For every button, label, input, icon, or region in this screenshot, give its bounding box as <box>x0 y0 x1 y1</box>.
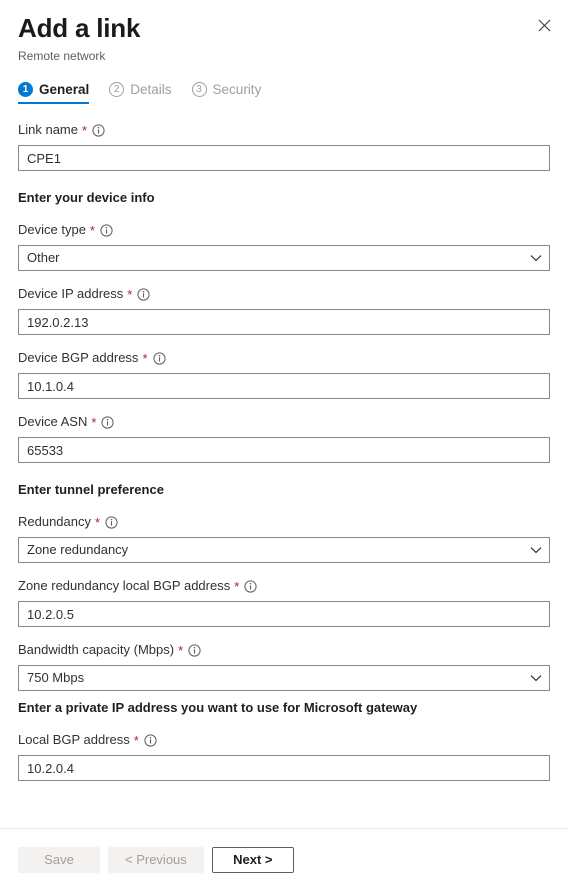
tab-security-label: Security <box>212 82 262 97</box>
info-icon[interactable] <box>92 123 105 137</box>
device-bgp-label-text: Device BGP address <box>18 350 139 365</box>
close-button[interactable] <box>528 10 560 40</box>
bandwidth-select[interactable]: 750 Mbps <box>18 665 550 691</box>
device-ip-input[interactable] <box>18 309 550 335</box>
field-local-bgp: Local BGP address * <box>18 731 550 781</box>
section-tunnel-preference: Enter tunnel preference <box>18 482 164 497</box>
required-indicator: * <box>91 414 97 430</box>
info-icon[interactable] <box>244 579 257 593</box>
required-indicator: * <box>178 642 184 658</box>
required-indicator: * <box>133 732 139 748</box>
local-bgp-label-text: Local BGP address <box>18 732 130 747</box>
device-type-select[interactable]: Other <box>18 245 550 271</box>
field-device-type: Device type * Other <box>18 221 550 271</box>
footer-actions: Save < Previous Next > <box>0 828 568 890</box>
info-icon[interactable] <box>152 351 166 365</box>
device-type-label: Device type * <box>18 221 550 239</box>
zone-local-bgp-label-text: Zone redundancy local BGP address <box>18 578 231 593</box>
panel-subtitle: Remote network <box>18 49 106 63</box>
field-link-name: Link name * <box>18 121 550 171</box>
device-asn-label: Device ASN * <box>18 413 550 431</box>
info-icon[interactable] <box>137 287 150 301</box>
zone-local-bgp-input[interactable] <box>18 601 550 627</box>
tab-details-label: Details <box>130 82 172 97</box>
local-bgp-input[interactable] <box>18 755 550 781</box>
device-ip-label-text: Device IP address <box>18 286 124 301</box>
required-indicator: * <box>234 578 240 594</box>
form-body: Link name * Enter your device info Devic… <box>0 121 568 781</box>
section-gateway-ip: Enter a private IP address you want to u… <box>18 700 418 715</box>
zone-local-bgp-label: Zone redundancy local BGP address * <box>18 577 550 595</box>
tab-security[interactable]: 3 Security <box>191 82 262 104</box>
redundancy-select[interactable]: Zone redundancy <box>18 537 550 563</box>
save-button[interactable]: Save <box>18 846 100 873</box>
link-name-label: Link name * <box>18 121 550 139</box>
field-zone-local-bgp: Zone redundancy local BGP address * <box>18 577 550 627</box>
next-button[interactable]: Next > <box>211 846 294 873</box>
field-device-asn: Device ASN * <box>18 413 550 463</box>
required-indicator: * <box>95 514 101 530</box>
device-type-value: Other <box>18 245 550 271</box>
device-bgp-label: Device BGP address * <box>18 349 550 367</box>
info-icon[interactable] <box>144 733 157 747</box>
local-bgp-label: Local BGP address * <box>18 731 550 749</box>
required-indicator: * <box>81 122 88 138</box>
info-icon[interactable] <box>188 643 201 657</box>
required-indicator: * <box>89 222 95 238</box>
field-redundancy: Redundancy * Zone redundancy <box>18 513 550 563</box>
info-icon[interactable] <box>100 223 113 237</box>
tab-general[interactable]: 1 General <box>18 82 90 104</box>
page-title: Add a link <box>18 13 141 43</box>
device-type-label-text: Device type <box>18 222 86 237</box>
redundancy-value: Zone redundancy <box>18 537 550 563</box>
device-bgp-input[interactable] <box>18 373 550 399</box>
tab-security-number: 3 <box>191 82 207 97</box>
device-asn-input[interactable] <box>18 437 550 463</box>
device-asn-label-text: Device ASN <box>18 414 88 429</box>
redundancy-label: Redundancy * <box>18 513 550 531</box>
previous-button[interactable]: < Previous <box>108 846 204 873</box>
field-device-bgp: Device BGP address * <box>18 349 550 399</box>
required-indicator: * <box>127 286 133 302</box>
bandwidth-label: Bandwidth capacity (Mbps) * <box>18 641 550 659</box>
close-icon <box>538 19 551 32</box>
required-indicator: * <box>142 350 148 366</box>
tab-general-label: General <box>39 82 90 97</box>
field-device-ip: Device IP address * <box>18 285 550 335</box>
section-device-info: Enter your device info <box>18 190 155 205</box>
wizard-tabs: 1 General 2 Details 3 Security <box>0 64 568 104</box>
panel-header: Add a link Remote network <box>0 0 568 64</box>
tab-details[interactable]: 2 Details <box>109 82 172 104</box>
tab-details-number: 2 <box>109 82 125 97</box>
link-name-label-text: Link name <box>18 122 78 137</box>
link-name-input[interactable] <box>18 145 550 171</box>
device-ip-label: Device IP address * <box>18 285 550 303</box>
field-bandwidth: Bandwidth capacity (Mbps) * 750 Mbps <box>18 641 550 691</box>
tab-general-number: 1 <box>18 82 33 97</box>
bandwidth-value: 750 Mbps <box>18 665 550 691</box>
redundancy-label-text: Redundancy <box>18 514 91 529</box>
info-icon[interactable] <box>101 415 115 429</box>
bandwidth-label-text: Bandwidth capacity (Mbps) <box>18 642 175 657</box>
info-icon[interactable] <box>105 515 118 529</box>
